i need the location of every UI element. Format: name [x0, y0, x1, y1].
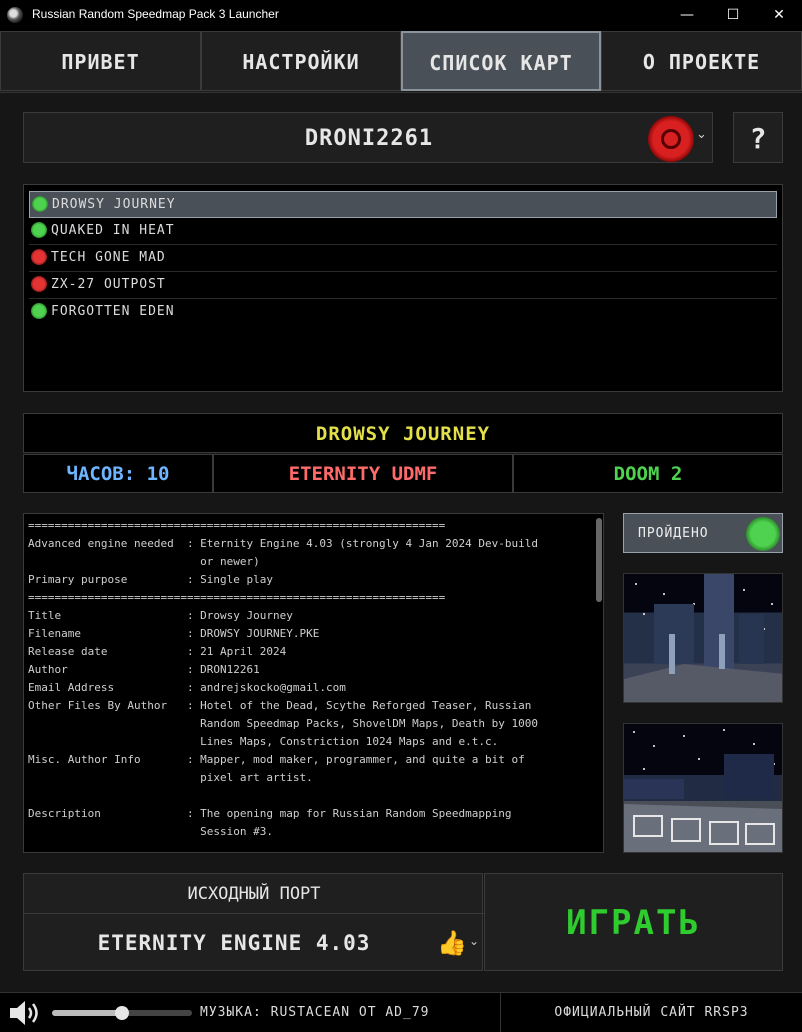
- source-port-label: ИСХОДНЫЙ ПОРТ: [24, 874, 484, 914]
- check-icon: [746, 517, 780, 551]
- list-item[interactable]: DROWSY JOURNEY: [29, 191, 777, 218]
- close-button[interactable]: ✕: [756, 0, 802, 31]
- tab-hello[interactable]: ПРИВЕТ: [0, 31, 201, 91]
- play-button[interactable]: ИГРАТЬ: [484, 873, 783, 971]
- tab-about[interactable]: О ПРОЕКТЕ: [601, 31, 802, 91]
- format-label: ETERNITY UDMF: [213, 454, 513, 493]
- list-item[interactable]: FORGOTTEN EDEN: [29, 299, 777, 326]
- map-screenshot[interactable]: [623, 573, 783, 703]
- cross-icon: [31, 249, 47, 265]
- map-screenshot[interactable]: [623, 723, 783, 853]
- footer: МУЗЫКА: RUSTACEAN ОТ AD_79 ОФИЦИАЛЬНЫЙ С…: [0, 992, 802, 1032]
- list-item[interactable]: ZX-27 OUTPOST: [29, 272, 777, 299]
- profile-name: DRONI2261: [304, 126, 434, 151]
- now-playing-label: МУЗЫКА: RUSTACEAN ОТ AD_79: [200, 1005, 430, 1020]
- tab-settings[interactable]: НАСТРОЙКИ: [201, 31, 401, 91]
- tab-map-list[interactable]: СПИСОК КАРТ: [401, 31, 601, 91]
- check-icon: [32, 196, 48, 212]
- completed-label: ПРОЙДЕНО: [638, 526, 709, 541]
- map-name: ZX-27 OUTPOST: [51, 277, 166, 292]
- maximize-button[interactable]: ☐: [710, 0, 756, 31]
- app-icon: [7, 7, 23, 23]
- speaker-icon[interactable]: [8, 999, 42, 1027]
- cross-icon: [31, 276, 47, 292]
- map-title: DROWSY JOURNEY: [23, 413, 783, 453]
- source-port-selector[interactable]: ИСХОДНЫЙ ПОРТ ETERNITY ENGINE 4.03 👍 ⌄: [23, 873, 484, 971]
- completed-toggle[interactable]: ПРОЙДЕНО: [623, 513, 783, 553]
- map-name: QUAKED IN HEAT: [51, 223, 175, 238]
- source-port-value: ETERNITY ENGINE 4.03: [97, 931, 371, 955]
- text-content: ========================================…: [28, 519, 538, 838]
- chevron-down-icon: ⌄: [696, 127, 707, 142]
- map-description-text[interactable]: ========================================…: [23, 513, 604, 853]
- help-button[interactable]: ?: [733, 112, 783, 163]
- volume-slider-thumb[interactable]: [115, 1006, 129, 1020]
- official-site-link[interactable]: ОФИЦИАЛЬНЫЙ САЙТ RRSP3: [500, 993, 802, 1032]
- map-name: FORGOTTEN EDEN: [51, 304, 175, 319]
- map-name: DROWSY JOURNEY: [52, 197, 176, 212]
- map-name: TECH GONE MAD: [51, 250, 166, 265]
- check-icon: [31, 303, 47, 319]
- tab-bar: ПРИВЕТ НАСТРОЙКИ СПИСОК КАРТ О ПРОЕКТЕ: [0, 31, 802, 93]
- scrollbar[interactable]: [596, 518, 602, 602]
- hours-label: ЧАСОВ: 10: [23, 454, 213, 493]
- minimize-button[interactable]: —: [664, 0, 710, 31]
- volume-slider-fill: [52, 1010, 122, 1016]
- failed-status-icon: [648, 116, 694, 162]
- check-icon: [31, 222, 47, 238]
- map-list[interactable]: DROWSY JOURNEY QUAKED IN HEAT TECH GONE …: [23, 184, 783, 392]
- window-title: Russian Random Speedmap Pack 3 Launcher: [32, 7, 279, 21]
- profile-selector[interactable]: DRONI2261 ⌄: [23, 112, 713, 163]
- chevron-down-icon: ⌄: [469, 934, 480, 948]
- title-bar: Russian Random Speedmap Pack 3 Launcher …: [0, 0, 802, 31]
- volume-slider[interactable]: [52, 1006, 192, 1020]
- list-item[interactable]: TECH GONE MAD: [29, 245, 777, 272]
- game-label: DOOM 2: [513, 454, 783, 493]
- thumbs-up-icon: 👍: [437, 929, 467, 957]
- list-item[interactable]: QUAKED IN HEAT: [29, 218, 777, 245]
